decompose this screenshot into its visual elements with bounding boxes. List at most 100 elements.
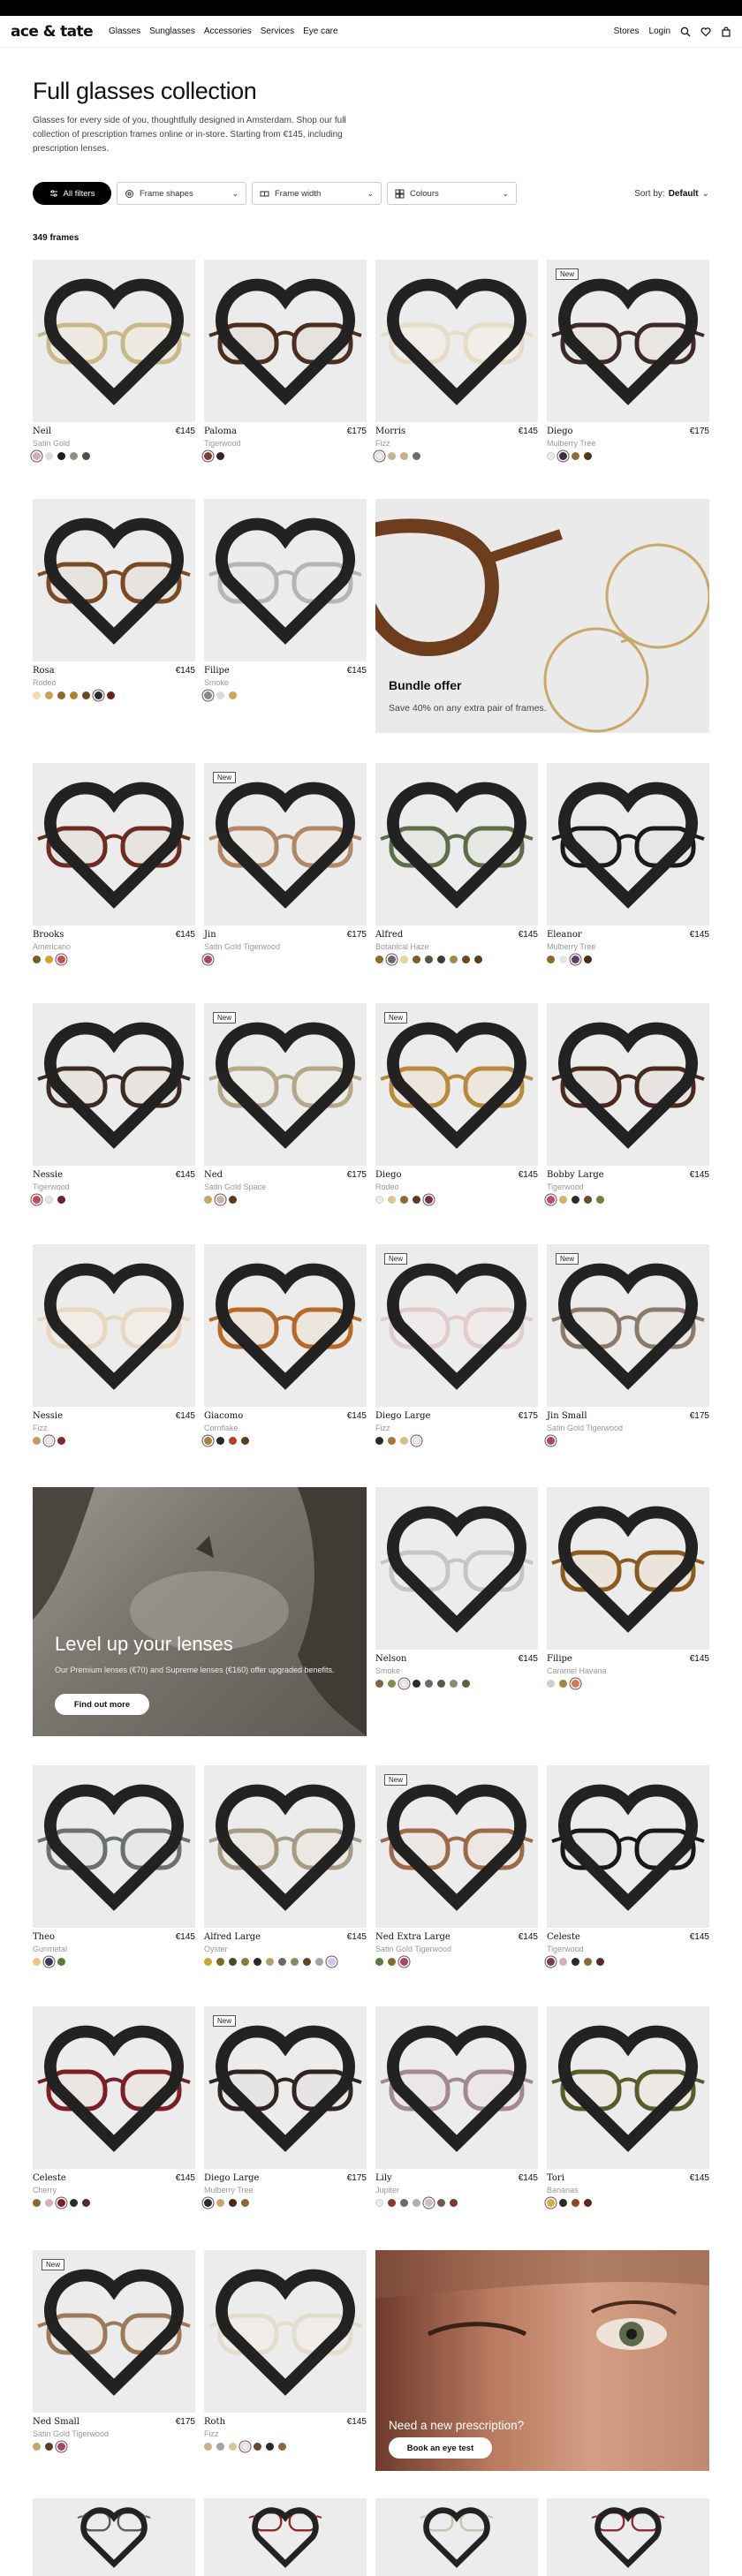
colour-swatch[interactable] <box>388 452 396 460</box>
product-card[interactable]: Alfred Large €145 Oyster <box>204 1765 367 1986</box>
colour-swatch[interactable] <box>572 1196 579 1204</box>
colour-swatch[interactable] <box>388 1680 396 1688</box>
wishlist-heart-icon[interactable] <box>700 26 711 37</box>
product-name[interactable]: Theo <box>33 1932 195 1942</box>
colour-swatch[interactable] <box>216 1196 224 1204</box>
product-card[interactable]: Nessie €145 Tigerwood <box>33 1003 195 1224</box>
product-name[interactable]: Ned Small <box>33 2417 195 2427</box>
product-name[interactable]: Lily <box>375 2173 538 2183</box>
product-card[interactable]: New Ned Extra Large €145 Satin Gold Tigerwo… <box>375 1765 538 1986</box>
book-eye-test-button[interactable]: Book an eye test <box>389 2437 492 2459</box>
product-name[interactable]: Jin <box>204 930 367 940</box>
product-card[interactable]: Bobby Large €145 Tigerwood <box>547 1003 709 1224</box>
product-name[interactable]: Diego Large <box>204 2173 367 2183</box>
product-card[interactable]: New Jin Small €175 Satin Gold Tigerwood <box>547 1244 709 1465</box>
colour-swatch[interactable] <box>45 691 53 699</box>
heart-icon[interactable] <box>204 260 367 422</box>
colour-swatch[interactable] <box>57 956 65 963</box>
heart-icon[interactable] <box>33 260 195 422</box>
product-card[interactable]: New Diego €175 Mulberry Tree <box>547 260 709 480</box>
product-image[interactable] <box>547 2498 709 2576</box>
product-image[interactable] <box>204 2250 367 2413</box>
find-out-more-button[interactable]: Find out more <box>55 1694 149 1715</box>
heart-icon[interactable] <box>33 1765 195 1928</box>
product-name[interactable]: Alfred <box>375 930 538 940</box>
heart-icon[interactable] <box>547 1003 709 1166</box>
product-image[interactable] <box>375 2498 538 2576</box>
colour-swatch[interactable] <box>400 1680 408 1688</box>
colour-swatch[interactable] <box>413 1437 420 1445</box>
colour-swatch[interactable] <box>413 956 420 963</box>
colour-swatch[interactable] <box>70 452 78 460</box>
colour-swatch[interactable] <box>375 452 383 460</box>
colour-swatch[interactable] <box>229 691 237 699</box>
colour-swatch[interactable] <box>425 1196 433 1204</box>
product-card[interactable]: Morris €145 Fizz <box>375 260 538 480</box>
colour-swatch[interactable] <box>375 2199 383 2207</box>
heart-icon[interactable] <box>547 260 709 422</box>
product-image[interactable] <box>33 1765 195 1928</box>
colour-swatch[interactable] <box>437 1680 445 1688</box>
colour-swatch[interactable] <box>572 2199 579 2207</box>
colour-swatch[interactable] <box>241 2443 249 2451</box>
colour-swatch[interactable] <box>375 1437 383 1445</box>
product-name[interactable]: Morris <box>375 427 538 436</box>
colour-swatch[interactable] <box>388 1196 396 1204</box>
product-name[interactable]: Nelson <box>375 1654 538 1664</box>
colour-swatch[interactable] <box>572 452 579 460</box>
product-card[interactable]: Theo €145 Gunmetal <box>33 1765 195 1986</box>
product-card[interactable]: Filipe €145 Smoke <box>204 499 367 720</box>
heart-icon[interactable] <box>375 2498 538 2576</box>
colour-swatch[interactable] <box>57 1437 65 1445</box>
product-card[interactable]: Tori €145 Bananas <box>547 2006 709 2227</box>
colours-dropdown[interactable]: Colours ⌄ <box>387 182 517 205</box>
colour-swatch[interactable] <box>547 452 555 460</box>
product-card[interactable]: New Diego €145 Rodeo <box>375 1003 538 1224</box>
login-link[interactable]: Login <box>649 26 670 36</box>
product-card[interactable]: Roth €145 Fizz <box>204 2250 367 2471</box>
colour-swatch[interactable] <box>413 1196 420 1204</box>
product-image[interactable]: New <box>204 1003 367 1166</box>
colour-swatch[interactable] <box>107 691 115 699</box>
colour-swatch[interactable] <box>584 452 592 460</box>
colour-swatch[interactable] <box>425 2199 433 2207</box>
colour-swatch[interactable] <box>584 1958 592 1966</box>
product-image[interactable] <box>33 1244 195 1407</box>
product-name[interactable]: Nessie <box>33 1170 195 1180</box>
colour-swatch[interactable] <box>584 1196 592 1204</box>
product-name[interactable]: Filipe <box>204 666 367 676</box>
product-image[interactable] <box>375 763 538 925</box>
product-name[interactable]: Roth <box>204 2417 367 2427</box>
product-image[interactable] <box>375 260 538 422</box>
nav-link-glasses[interactable]: Glasses <box>109 26 140 36</box>
colour-swatch[interactable] <box>33 452 41 460</box>
colour-swatch[interactable] <box>266 2443 274 2451</box>
colour-swatch[interactable] <box>559 1680 567 1688</box>
heart-icon[interactable] <box>204 499 367 661</box>
colour-swatch[interactable] <box>45 2199 53 2207</box>
colour-swatch[interactable] <box>400 956 408 963</box>
colour-swatch[interactable] <box>57 1958 65 1966</box>
colour-swatch[interactable] <box>584 956 592 963</box>
nav-link-sunglasses[interactable]: Sunglasses <box>149 26 195 36</box>
colour-swatch[interactable] <box>229 1196 237 1204</box>
product-image[interactable]: New <box>375 1765 538 1928</box>
product-name[interactable]: Giacomo <box>204 1411 367 1421</box>
colour-swatch[interactable] <box>70 2199 78 2207</box>
product-image[interactable] <box>204 1765 367 1928</box>
product-name[interactable]: Eleanor <box>547 930 709 940</box>
colour-swatch[interactable] <box>547 1437 555 1445</box>
colour-swatch[interactable] <box>596 1196 604 1204</box>
product-image[interactable] <box>33 1003 195 1166</box>
colour-swatch[interactable] <box>241 1437 249 1445</box>
colour-swatch[interactable] <box>572 1958 579 1966</box>
colour-swatch[interactable] <box>204 2443 212 2451</box>
heart-icon[interactable] <box>204 763 367 925</box>
heart-icon[interactable] <box>33 1244 195 1407</box>
product-card[interactable]: New Diego Large €175 Fizz <box>375 1244 538 1465</box>
colour-swatch[interactable] <box>413 2199 420 2207</box>
heart-icon[interactable] <box>204 2006 367 2169</box>
product-name[interactable]: Paloma <box>204 427 367 436</box>
heart-icon[interactable] <box>375 1765 538 1928</box>
colour-swatch[interactable] <box>57 2199 65 2207</box>
